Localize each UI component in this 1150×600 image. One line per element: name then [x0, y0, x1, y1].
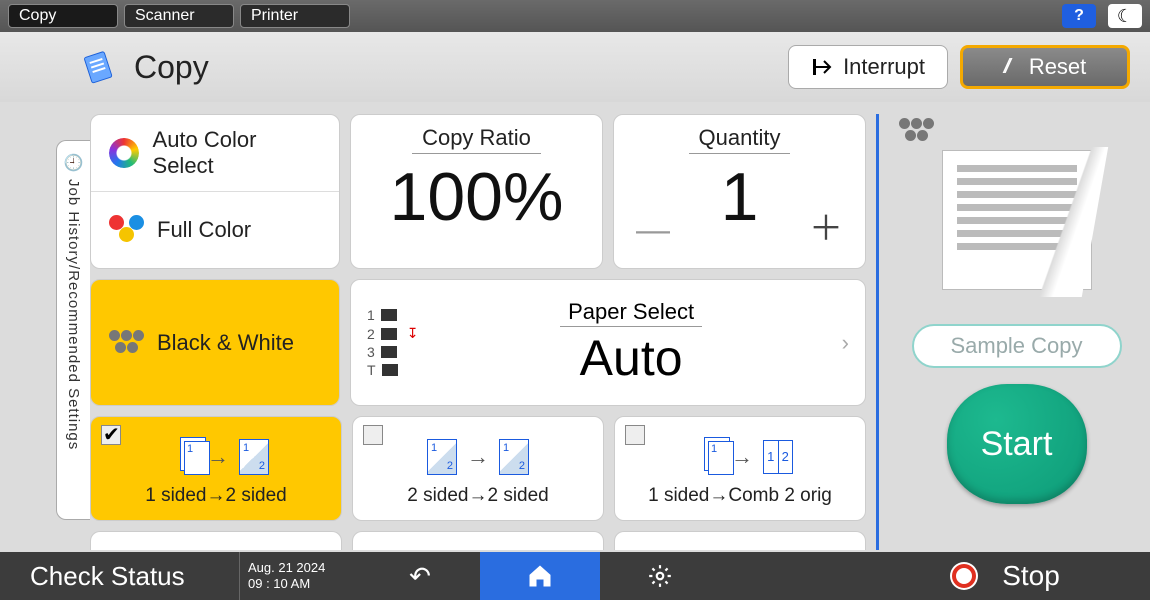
duplex-1to2[interactable]: 21 → 12 1 sided→2 sided	[90, 416, 342, 521]
paper-select-card[interactable]: 1 2↧ 3 T Paper Select Auto ›	[350, 279, 866, 405]
interrupt-button[interactable]: Interrupt	[788, 45, 948, 89]
duplex-comb2-diagram: 21 → 12	[623, 429, 857, 485]
stop-label: Stop	[1002, 560, 1060, 592]
output-preview	[942, 150, 1092, 290]
more-options-peek[interactable]	[90, 531, 866, 550]
bw-icon	[109, 330, 143, 356]
copy-app-icon	[80, 48, 118, 86]
job-history-tab[interactable]: 🕘 Job History/Recommended Settings	[56, 140, 90, 520]
duplex-2to2-diagram: 12 → 12	[361, 429, 595, 485]
top-bar: Copy Scanner Printer ? ☾	[0, 0, 1150, 32]
night-mode-button[interactable]: ☾	[1108, 4, 1142, 28]
output-stack-icon	[899, 118, 933, 144]
checkbox-icon	[625, 425, 645, 445]
chevron-right-icon: ›	[842, 330, 849, 356]
color-bw[interactable]: Black & White	[91, 280, 339, 404]
tray-list: 1 2↧ 3 T	[367, 307, 419, 378]
auto-color-icon	[109, 138, 139, 168]
check-status-button[interactable]: Check Status	[0, 552, 240, 600]
stop-icon	[950, 562, 978, 590]
tab-copy[interactable]: Copy	[8, 4, 118, 28]
color-mode-list-top: Auto Color Select Full Color	[90, 114, 340, 269]
right-panel: Sample Copy Start	[876, 114, 1140, 550]
color-full-label: Full Color	[157, 217, 251, 243]
bottom-bar: Check Status Aug. 21 202409 : 10 AM ↶ St…	[0, 552, 1150, 600]
copy-ratio-label: Copy Ratio	[412, 125, 541, 154]
tab-printer[interactable]: Printer	[240, 4, 350, 28]
home-button[interactable]	[480, 552, 600, 600]
back-button[interactable]: ↶	[360, 552, 480, 600]
quantity-minus[interactable]: —	[636, 211, 670, 250]
quantity-label: Quantity	[689, 125, 791, 154]
interrupt-label: Interrupt	[843, 54, 925, 80]
duplex-comb2-label: 1 sided→Comb 2 orig	[623, 485, 857, 507]
page-title: Copy	[134, 49, 788, 86]
header: Copy Interrupt // Reset	[0, 32, 1150, 102]
job-history-label: Job History/Recommended Settings	[65, 179, 82, 450]
reset-button[interactable]: // Reset	[960, 45, 1130, 89]
copy-ratio-value: 100%	[390, 160, 564, 235]
interrupt-icon	[811, 56, 833, 78]
duplex-1to2-label: 1 sided→2 sided	[99, 485, 333, 507]
tab-scanner[interactable]: Scanner	[124, 4, 234, 28]
reset-icon: //	[1004, 56, 1007, 79]
clock-icon: 🕘	[64, 153, 84, 173]
paper-select-value: Auto	[429, 329, 834, 387]
copy-ratio-card[interactable]: Copy Ratio 100%	[350, 114, 603, 269]
duplex-comb2[interactable]: 21 → 12 1 sided→Comb 2 orig	[614, 416, 866, 521]
home-icon	[526, 562, 554, 590]
tray-load-icon: ↧	[407, 325, 419, 342]
sample-copy-button[interactable]: Sample Copy	[912, 324, 1122, 368]
help-button[interactable]: ?	[1062, 4, 1096, 28]
full-color-icon	[109, 215, 143, 245]
duplex-1to2-diagram: 21 → 12	[99, 429, 333, 485]
color-bw-label: Black & White	[157, 330, 294, 356]
duplex-2to2[interactable]: 12 → 12 2 sided→2 sided	[352, 416, 604, 521]
start-button[interactable]: Start	[947, 384, 1087, 504]
duplex-2to2-label: 2 sided→2 sided	[361, 485, 595, 507]
color-auto[interactable]: Auto Color Select	[91, 115, 339, 192]
datetime: Aug. 21 202409 : 10 AM	[240, 552, 360, 600]
main-area: Auto Color Select Full Color Copy Ratio …	[90, 114, 1140, 550]
paper-select-label: Paper Select	[560, 299, 702, 327]
checkbox-icon	[101, 425, 121, 445]
settings-button[interactable]	[600, 552, 720, 600]
stop-button[interactable]: Stop	[860, 552, 1150, 600]
quantity-value: 1	[721, 160, 759, 235]
reset-label: Reset	[1029, 54, 1086, 80]
color-auto-label: Auto Color Select	[153, 127, 321, 179]
gear-icon	[647, 563, 673, 589]
checkbox-icon	[363, 425, 383, 445]
quantity-card[interactable]: Quantity 1 — ＋	[613, 114, 866, 269]
quantity-plus[interactable]: ＋	[809, 201, 843, 250]
color-mode-list-bottom: Black & White	[90, 279, 340, 405]
color-full[interactable]: Full Color	[91, 192, 339, 268]
